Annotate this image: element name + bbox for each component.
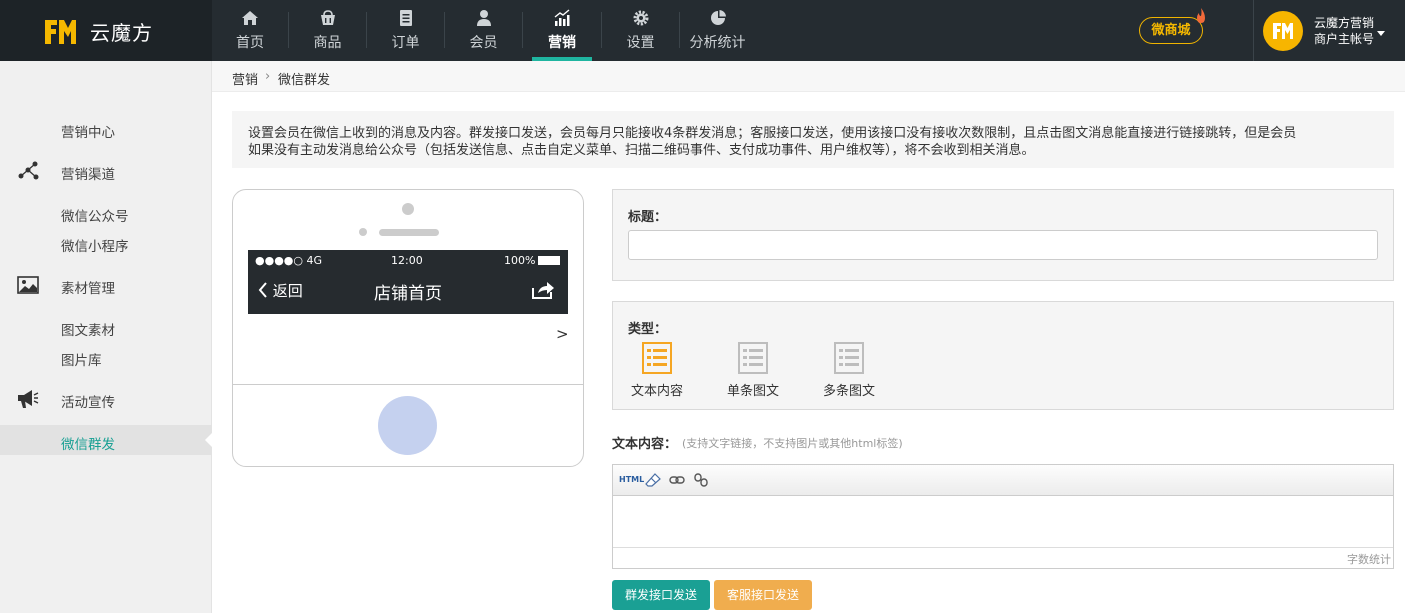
nav-divider (522, 12, 523, 48)
status-signal: ●●●●○ 4G (255, 254, 323, 267)
nav-settings[interactable]: 设置 (602, 0, 679, 61)
nav-members[interactable]: 会员 (445, 0, 522, 61)
unlink-icon[interactable] (693, 473, 709, 487)
nav-home[interactable]: 首页 (212, 0, 288, 61)
rich-text-editor: HTML 字数统计 (612, 464, 1394, 569)
list-icon (834, 342, 864, 374)
sidebar-item-wechat-miniprogram[interactable]: 微信小程序 (61, 235, 129, 255)
editor-toolbar: HTML (613, 465, 1393, 496)
eraser-icon[interactable] (645, 473, 661, 487)
phone-camera (402, 203, 414, 215)
word-count: 字数统计 (613, 547, 1393, 568)
notice-line-1: 设置会员在微信上收到的消息及内容。群发接口发送，会员每月只能接收4条群发消息；客… (248, 126, 1297, 141)
nav-label: 设置 (626, 35, 655, 51)
nav-label: 首页 (236, 35, 264, 51)
type-label: 类型： (628, 322, 668, 337)
nav-goods[interactable]: 商品 (289, 0, 366, 61)
notice-box: 设置会员在微信上收到的消息及内容。群发接口发送，会员每月只能接收4条群发消息；客… (232, 111, 1394, 168)
type-option-text[interactable]: 文本内容 (617, 342, 697, 399)
user-icon (476, 10, 491, 26)
sidebar-item-wechat-official[interactable]: 微信公众号 (61, 205, 129, 225)
phone-home-button (378, 396, 437, 455)
title-panel: 标题： (612, 189, 1394, 281)
phone-preview: ●●●●○ 4G 12:00 100% 返回 店铺首页 > (232, 189, 584, 467)
user-divider (1253, 0, 1254, 61)
phone-header: ●●●●○ 4G 12:00 100% 返回 店铺首页 (248, 250, 568, 314)
breadcrumb-current: 微信群发 (278, 73, 331, 88)
list-icon (642, 342, 672, 374)
type-panel: 类型： 文本内容 单条图文 多条图文 (612, 301, 1394, 410)
chevron-down-icon[interactable] (1377, 31, 1385, 36)
status-battery-text: 100% (504, 254, 536, 267)
network-icon (18, 161, 39, 180)
pie-icon (710, 10, 726, 25)
type-option-label: 多条图文 (822, 384, 875, 399)
phone-sensor (359, 228, 367, 236)
image-icon (17, 276, 39, 294)
type-option-single-news[interactable]: 单条图文 (713, 342, 793, 399)
sidebar-item-campaign[interactable]: 活动宣传 (61, 391, 115, 411)
megaphone-icon (18, 390, 39, 408)
type-option-label: 单条图文 (726, 384, 779, 399)
type-option-multi-news[interactable]: 多条图文 (809, 342, 889, 399)
document-icon (399, 10, 412, 26)
html-source-button[interactable]: HTML (619, 475, 644, 489)
phone-divider (233, 384, 583, 385)
notice-line-2: 如果没有主动发消息给公众号（包括发送信息、点击自定义菜单、扫描二维码事件、支付成… (248, 143, 1035, 158)
user-account[interactable]: 商户主帐号 (1314, 30, 1374, 47)
sidebar-item-marketing-center[interactable]: 营销中心 (61, 121, 115, 141)
nav-label: 商品 (313, 35, 342, 51)
gear-icon (633, 10, 648, 26)
content-label: 文本内容： (612, 437, 678, 452)
user-name[interactable]: 云魔方营销 (1314, 14, 1374, 31)
battery-icon (538, 256, 560, 265)
flame-icon (1197, 8, 1205, 23)
basket-icon (320, 10, 335, 25)
home-icon (242, 11, 258, 25)
top-navbar: 云魔方 首页 商品 订单 会员 营销 设置 分析统计 微商城 云魔方营销 商户主… (0, 0, 1405, 61)
sidebar-item-material[interactable]: 素材管理 (61, 277, 115, 297)
nav-marketing[interactable]: 营销 (532, 0, 592, 61)
status-time: 12:00 (391, 254, 423, 267)
logo[interactable]: 云魔方 (0, 0, 212, 61)
title-input[interactable] (628, 230, 1378, 260)
sidebar: 营销中心 营销渠道 微信公众号 微信小程序 素材管理 图文素材 图片库 活动宣传… (0, 61, 213, 613)
nav-label: 分析统计 (689, 35, 746, 51)
service-send-button[interactable]: 客服接口发送 (714, 580, 812, 610)
avatar-logo-icon (1273, 23, 1293, 39)
share-icon (532, 282, 554, 299)
mass-send-button[interactable]: 群发接口发送 (612, 580, 710, 610)
type-option-label: 文本内容 (630, 384, 683, 399)
brand-name: 云魔方 (90, 21, 153, 45)
chart-up-icon (554, 9, 570, 26)
link-icon[interactable] (669, 473, 685, 487)
title-label: 标题： (628, 210, 668, 225)
logo-mark-icon (45, 20, 76, 44)
phone-next-arrow: > (556, 325, 569, 343)
breadcrumb: 营销 › 微信群发 (212, 61, 1405, 92)
sidebar-item-image-library[interactable]: 图片库 (61, 349, 102, 369)
avatar[interactable] (1263, 11, 1303, 51)
shop-badge-button[interactable]: 微商城 (1139, 17, 1203, 44)
phone-page-title: 店铺首页 (374, 284, 442, 304)
nav-label: 会员 (469, 35, 498, 51)
content-hint: (支持文字链接，不支持图片或其他html标签) (682, 437, 903, 450)
phone-speaker (379, 229, 439, 236)
nav-analytics[interactable]: 分析统计 (680, 0, 755, 61)
breadcrumb-root[interactable]: 营销 (232, 69, 258, 88)
nav-label: 营销 (548, 35, 576, 51)
sidebar-item-marketing-channel[interactable]: 营销渠道 (61, 163, 115, 183)
nav-orders[interactable]: 订单 (367, 0, 444, 61)
sidebar-item-wechat-mass-send[interactable]: 微信群发 (61, 433, 115, 453)
nav-label: 订单 (391, 35, 420, 51)
sidebar-item-news-material[interactable]: 图文素材 (61, 319, 115, 339)
list-icon (738, 342, 768, 374)
breadcrumb-separator: › (265, 69, 271, 84)
editor-text-area[interactable] (613, 497, 1393, 548)
